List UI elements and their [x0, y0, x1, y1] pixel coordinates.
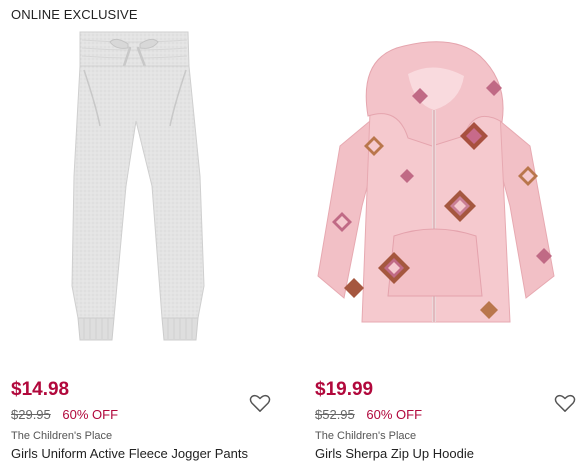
discount-label: 60% OFF — [62, 407, 119, 422]
product-image-sherpa-hoodie[interactable] — [304, 26, 580, 360]
jogger-pants-illustration — [71, 31, 205, 341]
product-image-jogger-pants[interactable] — [0, 26, 290, 360]
product-card[interactable]: $14.98 $29.95 60% OFF The Children's Pla… — [0, 0, 290, 462]
product-title[interactable]: Girls Uniform Active Fleece Jogger Pants — [11, 446, 248, 461]
original-price: $52.95 — [315, 407, 355, 422]
price-details: $29.95 60% OFF — [11, 407, 118, 422]
product-title[interactable]: Girls Sherpa Zip Up Hoodie — [315, 446, 474, 461]
sale-price: $19.99 — [315, 379, 374, 400]
original-price: $29.95 — [11, 407, 51, 422]
sherpa-hoodie-illustration — [317, 41, 555, 323]
sale-price: $14.98 — [11, 379, 70, 400]
product-card[interactable]: $19.99 $52.95 60% OFF The Children's Pla… — [304, 0, 580, 462]
brand-name: The Children's Place — [11, 430, 113, 442]
heart-outline-icon[interactable] — [249, 393, 271, 413]
discount-label: 60% OFF — [366, 407, 423, 422]
heart-outline-icon[interactable] — [554, 393, 576, 413]
brand-name: The Children's Place — [315, 430, 417, 442]
price-details: $52.95 60% OFF — [315, 407, 422, 422]
